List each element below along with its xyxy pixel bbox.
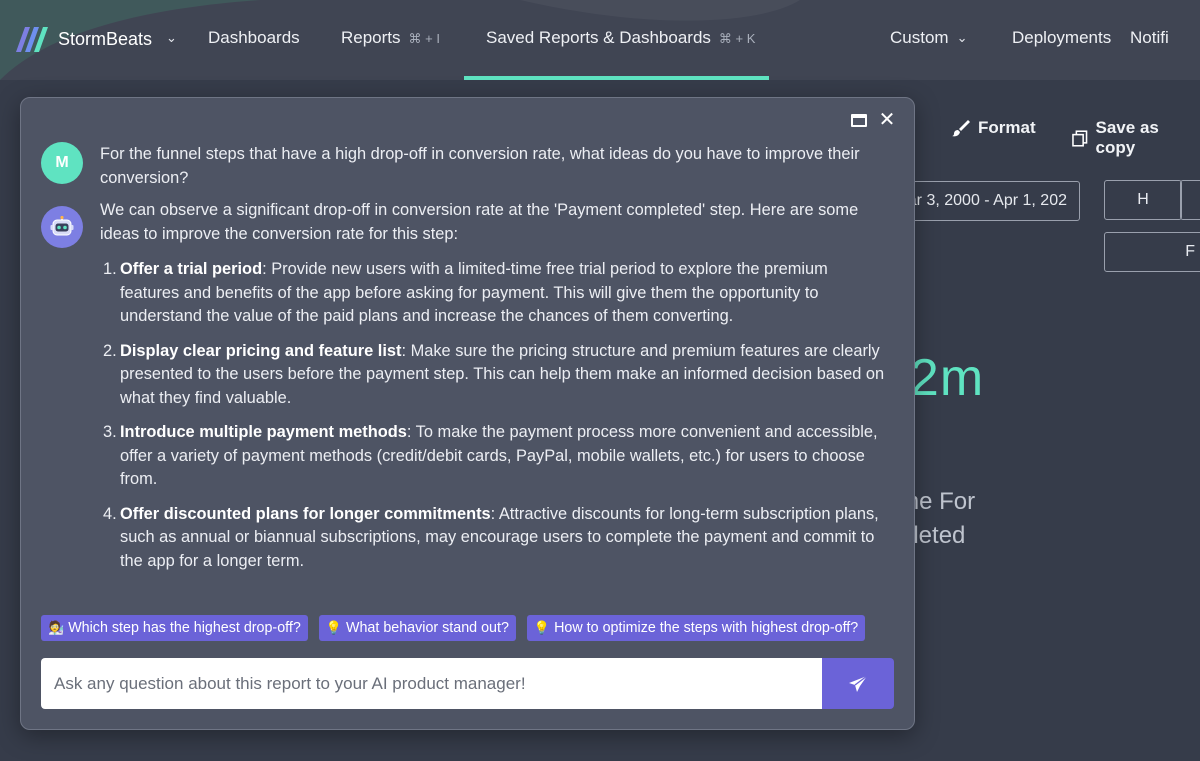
- idea-title: Display clear pricing and feature list: [120, 341, 402, 360]
- assistant-intro: We can observe a significant drop-off in…: [100, 201, 859, 243]
- suggestion-label: How to optimize the steps with highest d…: [554, 620, 859, 636]
- granularity-label: H: [1137, 191, 1149, 208]
- nav-reports[interactable]: Reports ⌘ + I: [341, 28, 440, 48]
- stormbeats-logo-icon: [16, 27, 48, 52]
- ideas-list: 1. Offer a trial period: Provide new use…: [100, 258, 890, 573]
- copy-icon: [1072, 129, 1088, 147]
- nav-saved-reports-dashboards[interactable]: Saved Reports & Dashboards ⌘ + K: [486, 28, 755, 48]
- maximize-icon: [851, 113, 867, 127]
- ask-question-bar: [41, 658, 894, 709]
- idea-title: Offer a trial period: [120, 260, 263, 278]
- chevron-down-icon: ⌄: [956, 30, 968, 45]
- filter-label: F: [1185, 243, 1195, 260]
- granularity-button[interactable]: H: [1104, 180, 1182, 220]
- keyboard-shortcut: ⌘ + K: [718, 31, 756, 46]
- maximize-button[interactable]: [849, 110, 869, 130]
- close-icon: ✕: [878, 109, 896, 131]
- list-number: 4.: [103, 504, 117, 523]
- list-item: 1. Offer a trial period: Provide new use…: [100, 258, 890, 329]
- suggested-questions: 🧑‍🔬 Which step has the highest drop-off?…: [41, 615, 866, 641]
- user-message: For the funnel steps that have a high dr…: [100, 145, 860, 187]
- user-avatar-initial: M: [55, 154, 69, 171]
- nav-notifications[interactable]: Notifi: [1130, 28, 1169, 48]
- list-number: 2.: [103, 341, 117, 360]
- list-number: 3.: [103, 423, 117, 441]
- bot-avatar: [41, 206, 83, 248]
- nav-label: Custom: [890, 28, 949, 47]
- suggestion-chip-optimize[interactable]: 💡 How to optimize the steps with highest…: [526, 615, 866, 641]
- suggestion-chip-highest-drop-off[interactable]: 🧑‍🔬 Which step has the highest drop-off?: [41, 615, 308, 641]
- nav-deployments[interactable]: Deployments: [1012, 28, 1111, 48]
- format-button[interactable]: Format: [952, 118, 1036, 138]
- nav-label: Notifi: [1130, 28, 1169, 47]
- ai-assistant-panel: ✕ M For the funnel steps that have a hig…: [20, 97, 915, 730]
- question-input[interactable]: [41, 658, 822, 709]
- idea-title: Introduce multiple payment methods: [120, 423, 407, 441]
- list-item: 2. Display clear pricing and feature lis…: [100, 340, 890, 411]
- list-number: 1.: [103, 260, 117, 278]
- nav-custom[interactable]: Custom ⌄: [890, 28, 967, 48]
- suggestion-chip-behavior[interactable]: 💡 What behavior stand out?: [318, 615, 516, 641]
- list-item: 3. Introduce multiple payment methods: T…: [100, 421, 890, 492]
- user-avatar: M: [41, 142, 83, 184]
- nav-label: Reports: [341, 28, 401, 47]
- chevron-down-icon: ⌄: [166, 30, 177, 45]
- send-button[interactable]: [822, 658, 894, 709]
- scientist-icon: 🧑‍🔬: [48, 620, 65, 635]
- paintbrush-icon: [952, 120, 970, 137]
- nav-label: Dashboards: [208, 28, 300, 47]
- active-tab-indicator: [464, 76, 769, 80]
- assistant-message: We can observe a significant drop-off in…: [100, 199, 890, 584]
- format-label: Format: [978, 118, 1036, 137]
- suggestion-label: What behavior stand out?: [345, 620, 509, 636]
- save-as-copy-label: Save as copy: [1095, 118, 1159, 157]
- granularity-button-secondary[interactable]: [1180, 180, 1200, 220]
- lightbulb-icon: 💡: [325, 620, 342, 635]
- close-button[interactable]: ✕: [877, 110, 897, 130]
- brand-menu[interactable]: StormBeats ⌄: [14, 22, 177, 56]
- list-item: 4. Offer discounted plans for longer com…: [100, 503, 890, 574]
- nav-label: Deployments: [1012, 28, 1112, 47]
- idea-title: Offer discounted plans for longer commit…: [120, 504, 491, 523]
- save-as-copy-button[interactable]: Save as copy: [1072, 118, 1200, 158]
- nav-label: Saved Reports & Dashboards: [486, 28, 711, 47]
- suggestion-label: Which step has the highest drop-off?: [68, 620, 301, 636]
- brand-name: StormBeats: [58, 28, 153, 49]
- top-navigation-bar: StormBeats ⌄ Dashboards Reports ⌘ + I Sav…: [0, 0, 1200, 80]
- nav-dashboards[interactable]: Dashboards: [208, 28, 300, 48]
- paper-plane-icon: [849, 674, 868, 692]
- keyboard-shortcut: ⌘ + I: [408, 31, 440, 46]
- filter-button[interactable]: F: [1104, 232, 1200, 272]
- robot-icon: [50, 216, 74, 236]
- date-range-value: ar 3, 2000 - Apr 1, 202: [907, 192, 1067, 209]
- lightbulb-icon: 💡: [533, 620, 551, 635]
